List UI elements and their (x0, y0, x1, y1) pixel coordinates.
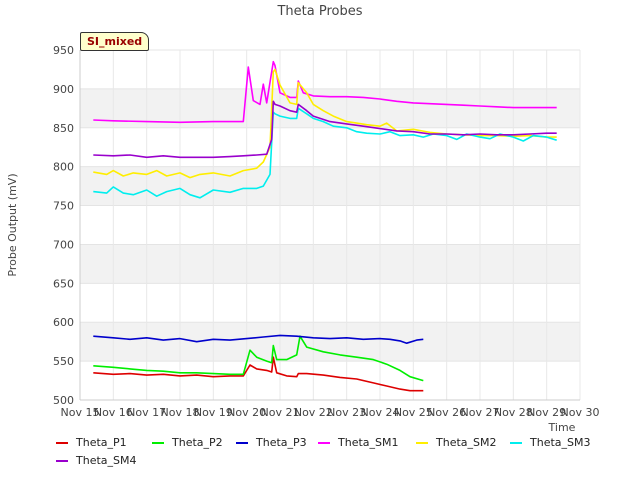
legend-label: Theta_P2 (172, 436, 223, 449)
y-axis-label: Probe Output (mV) (6, 173, 19, 276)
legend-item: Theta_P2 (152, 436, 223, 449)
y-tick-label: 800 (53, 161, 74, 174)
legend-item: Theta_SM4 (56, 454, 136, 467)
legend-swatch (152, 441, 164, 444)
y-tick-label: 550 (53, 355, 74, 368)
plot-background (80, 50, 580, 400)
x-tick-labels: Nov 15Nov 16Nov 17Nov 18Nov 19Nov 20Nov … (61, 406, 600, 419)
legend-label: Theta_SM1 (338, 436, 399, 449)
legend-swatch (318, 441, 330, 444)
legend-label: Theta_P3 (256, 436, 307, 449)
legend-swatch (510, 441, 522, 444)
y-tick-labels: 500550600650700750800850900950 (53, 44, 74, 407)
legend-swatch (416, 441, 428, 444)
legend-item: Theta_P1 (56, 436, 127, 449)
y-tick-label: 700 (53, 238, 74, 251)
legend-label: Theta_SM4 (76, 454, 137, 467)
legend-item: Theta_P3 (236, 436, 307, 449)
x-tick-label: Nov 30 (561, 406, 600, 419)
plot-band (80, 166, 580, 206)
x-axis-label: Time (548, 421, 576, 434)
legend-label: Theta_P1 (76, 436, 127, 449)
y-tick-label: 600 (53, 316, 74, 329)
y-tick-label: 850 (53, 122, 74, 135)
legend-label: Theta_SM2 (436, 436, 497, 449)
y-tick-label: 650 (53, 277, 74, 290)
legend-swatch (56, 459, 68, 462)
legend-item: Theta_SM2 (416, 436, 496, 449)
plot-band (80, 244, 580, 284)
plot-band (80, 322, 580, 362)
legend-swatch (56, 441, 68, 444)
chart: Theta Probes 500550600650700750800850900… (6, 4, 600, 434)
site-badge: SI_mixed (80, 32, 150, 51)
legend-item: Theta_SM1 (318, 436, 398, 449)
y-tick-label: 900 (53, 83, 74, 96)
chart-title: Theta Probes (276, 4, 362, 19)
y-tick-label: 750 (53, 200, 74, 213)
y-tick-label: 950 (53, 44, 74, 57)
legend-item: Theta_SM3 (510, 436, 590, 449)
legend-label: Theta_SM3 (530, 436, 591, 449)
legend-swatch (236, 441, 248, 444)
